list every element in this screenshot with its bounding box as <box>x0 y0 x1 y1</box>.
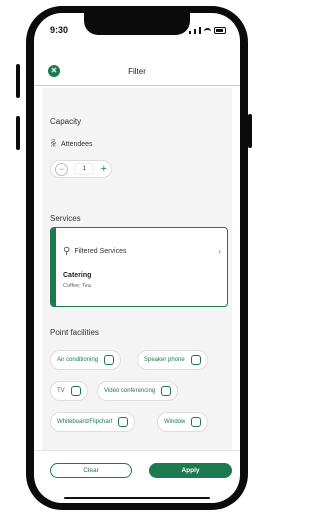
status-time: 9:30 <box>50 25 69 35</box>
facility-chip[interactable]: Speaker phone <box>137 350 208 370</box>
app-screen: 9:30 ✕ Filter Capacity ꆜ Attendees − 1 + <box>34 13 240 503</box>
facility-label: Window <box>164 419 186 425</box>
quantity-stepper: − 1 + <box>50 160 112 178</box>
facility-label: Air conditioning <box>57 357 99 363</box>
phone-frame: 9:30 ✕ Filter Capacity ꆜ Attendees − 1 + <box>16 6 252 510</box>
side-button-left-2 <box>16 116 20 150</box>
notch <box>84 13 190 35</box>
status-icons <box>189 26 226 34</box>
facility-checkbox[interactable] <box>161 386 172 396</box>
capacity-heading: Capacity <box>50 117 82 126</box>
signal-icon <box>194 29 196 34</box>
chevron-right-icon: › <box>218 246 221 256</box>
signal-icon <box>199 27 201 34</box>
facility-label: Speaker phone <box>144 357 185 363</box>
header: ✕ Filter <box>34 55 240 86</box>
attendees-label: Attendees <box>61 140 93 148</box>
quantity-field[interactable]: 1 <box>74 163 95 175</box>
facility-label: TV <box>57 388 65 394</box>
footer-divider <box>34 450 240 451</box>
side-button-left-1 <box>16 64 20 98</box>
card-accent-bar <box>51 228 56 306</box>
clear-button[interactable]: Clear <box>50 463 132 478</box>
attendees-row: ꆜ Attendees <box>50 138 93 150</box>
people-icon: ꆜ <box>50 139 58 149</box>
facility-label: Whiteboard/Flipchart <box>57 419 113 425</box>
services-heading: Services <box>50 214 81 223</box>
signal-icon <box>189 31 191 34</box>
facility-chip[interactable]: Whiteboard/Flipchart <box>50 412 136 432</box>
facility-label: Video conferencing <box>104 388 156 394</box>
page-title: Filter <box>128 67 146 76</box>
facility-checkbox[interactable] <box>118 417 129 427</box>
facility-chip[interactable]: Video conferencing <box>97 381 179 401</box>
plus-button[interactable]: + <box>101 163 107 175</box>
home-indicator <box>64 497 210 499</box>
facility-checkbox[interactable] <box>70 386 81 396</box>
catering-title: Catering <box>63 272 92 279</box>
facility-chip[interactable]: Air conditioning <box>50 350 122 370</box>
battery-icon <box>214 27 226 34</box>
filter-content: Capacity ꆜ Attendees − 1 + Services ⚲ Fi… <box>42 88 232 450</box>
facility-checkbox[interactable] <box>190 355 201 365</box>
apply-button[interactable]: Apply <box>149 463 232 478</box>
services-row: ⚲ Filtered Services <box>63 246 126 257</box>
facility-chip[interactable]: Window <box>157 412 209 432</box>
facility-chip[interactable]: TV <box>50 381 88 401</box>
services-card[interactable]: ⚲ Filtered Services › Catering Coffee; T… <box>50 227 228 307</box>
side-button-right <box>248 114 252 148</box>
minus-button[interactable]: − <box>55 162 68 176</box>
wifi-icon <box>204 28 211 34</box>
filtered-services-label: Filtered Services <box>74 248 127 255</box>
facility-checkbox[interactable] <box>191 417 202 427</box>
facilities-heading: Point facilities <box>50 328 99 337</box>
catering-subtitle: Coffee; Tea <box>63 283 91 289</box>
facility-checkbox[interactable] <box>104 355 115 365</box>
service-icon: ⚲ <box>63 246 71 257</box>
